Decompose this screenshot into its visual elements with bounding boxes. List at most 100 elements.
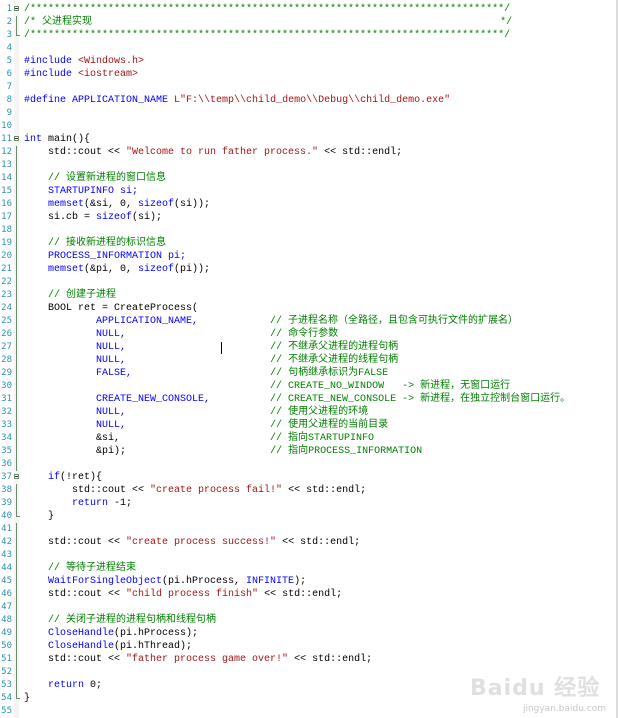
line-number: 29 <box>1 368 12 378</box>
line-number: 54 <box>1 693 12 703</box>
fold-guide <box>14 276 20 289</box>
code-line[interactable]: 34 &si, // 指向STARTUPINFO <box>0 432 618 445</box>
code-text: memset(&si, 0, sizeof(si)); <box>24 198 210 211</box>
code-line[interactable]: 25 APPLICATION_NAME, // 子进程名称（全路径，且包含可执行… <box>0 315 618 328</box>
code-line[interactable]: 11 int main(){ <box>0 133 618 146</box>
code-line[interactable]: 29 FALSE, // 句柄继承标识为FALSE <box>0 367 618 380</box>
code-token: // 指向STARTUPINFO <box>270 433 375 444</box>
code-line[interactable]: 32 NULL, // 使用父进程的环境 <box>0 406 618 419</box>
code-text: // 创建子进程 <box>24 289 116 302</box>
code-token: APPLICATION_NAME, <box>24 316 199 327</box>
code-token: NULL, <box>24 355 127 366</box>
code-line[interactable]: 2 /* 父进程实现 */ <box>0 16 618 29</box>
code-token: (&pi, 0, <box>84 264 139 275</box>
line-number: 17 <box>1 212 12 222</box>
code-line[interactable]: 19 // 接收新进程的标识信息 <box>0 237 618 250</box>
code-token: return <box>24 680 85 691</box>
code-line[interactable]: 43 <box>0 549 618 562</box>
code-line[interactable]: 4 <box>0 42 618 55</box>
line-number: 23 <box>1 290 12 300</box>
code-line[interactable]: 38 std::cout << "create process fail!" <… <box>0 484 618 497</box>
code-token: } <box>24 511 55 522</box>
code-line[interactable]: 49 CloseHandle(pi.hProcess); <box>0 627 618 640</box>
code-line[interactable]: 40 } <box>0 510 618 523</box>
line-number: 30 <box>1 381 12 391</box>
code-line[interactable]: 42 std::cout << "create process success!… <box>0 536 618 549</box>
fold-guide <box>14 250 20 263</box>
line-number: 46 <box>1 589 12 599</box>
code-text: PROCESS_INFORMATION pi; <box>24 250 186 263</box>
code-token: (!ret){ <box>60 472 103 483</box>
code-line[interactable]: 33 NULL, // 使用父进程的当前目录 <box>0 419 618 432</box>
code-line[interactable]: 26 NULL, // 命令行参数 <box>0 328 618 341</box>
code-token: // 命令行参数 <box>270 329 339 340</box>
code-line[interactable]: 6 #include <iostream> <box>0 68 618 81</box>
code-line[interactable]: 3 /**************************************… <box>0 29 618 42</box>
code-line[interactable]: 51 std::cout << "father process game ove… <box>0 653 618 666</box>
code-line[interactable]: 22 <box>0 276 618 289</box>
code-line[interactable]: 44 // 等待子进程结束 <box>0 562 618 575</box>
code-line[interactable]: 20 PROCESS_INFORMATION pi; <box>0 250 618 263</box>
code-token: // 设置新进程的窗口信息 <box>24 173 167 184</box>
code-line[interactable]: 7 <box>0 81 618 94</box>
fold-guide <box>14 367 20 380</box>
code-line[interactable]: 23 // 创建子进程 <box>0 289 618 302</box>
code-line[interactable]: 41 <box>0 523 618 536</box>
line-number: 52 <box>1 667 12 677</box>
code-editor[interactable]: 1 /**************************************… <box>0 0 618 718</box>
fold-toggle-icon[interactable] <box>14 471 20 484</box>
code-line[interactable]: 45 WaitForSingleObject(pi.hProcess, INFI… <box>0 575 618 588</box>
code-text: CloseHandle(pi.hProcess); <box>24 627 198 640</box>
code-line[interactable]: 35 &pi); // 指向PROCESS_INFORMATION <box>0 445 618 458</box>
code-line[interactable]: 5 #include <Windows.h> <box>0 55 618 68</box>
code-line[interactable]: 9 <box>0 107 618 120</box>
fold-guide <box>14 328 20 341</box>
code-line[interactable]: 21 memset(&pi, 0, sizeof(pi)); <box>0 263 618 276</box>
fold-guide <box>14 640 20 653</box>
code-token: CloseHandle <box>24 628 115 639</box>
code-token: si.cb = <box>24 212 97 223</box>
line-number: 49 <box>1 628 12 638</box>
code-line[interactable]: 18 <box>0 224 618 237</box>
line-number: 12 <box>1 147 12 157</box>
code-line[interactable]: 12 std::cout << "Welcome to run father p… <box>0 146 618 159</box>
code-text: APPLICATION_NAME, // 子进程名称（全路径，且包含可执行文件的… <box>24 315 518 328</box>
code-text: #define APPLICATION_NAME L"F:\\temp\\chi… <box>24 94 450 107</box>
line-number: 38 <box>1 485 12 495</box>
fold-toggle-icon[interactable] <box>14 133 20 146</box>
code-line[interactable]: 16 memset(&si, 0, sizeof(si)); <box>0 198 618 211</box>
code-line[interactable]: 36 <box>0 458 618 471</box>
code-line[interactable]: 17 si.cb = sizeof(si); <box>0 211 618 224</box>
code-line[interactable]: 14 // 设置新进程的窗口信息 <box>0 172 618 185</box>
code-line[interactable]: 39 return -1; <box>0 497 618 510</box>
code-token: STARTUPINFO si; <box>24 186 139 197</box>
code-text: NULL, // 不继承父进程的线程句柄 <box>24 354 398 367</box>
code-line[interactable]: 24 BOOL ret = CreateProcess( <box>0 302 618 315</box>
code-line[interactable]: 48 // 关闭子进程的进程句柄和线程句柄 <box>0 614 618 627</box>
code-token: (pi)); <box>174 264 211 275</box>
code-token: WaitForSingleObject <box>24 576 163 587</box>
code-line[interactable]: 46 std::cout << "child process finish" <… <box>0 588 618 601</box>
line-number: 31 <box>1 394 12 404</box>
code-line[interactable]: 13 <box>0 159 618 172</box>
code-line[interactable]: 8 #define APPLICATION_NAME L"F:\\temp\\ch… <box>0 94 618 107</box>
code-line[interactable]: 1 /**************************************… <box>0 3 618 16</box>
code-line[interactable]: 37 if(!ret){ <box>0 471 618 484</box>
code-line[interactable]: 10 <box>0 120 618 133</box>
code-token: sizeof <box>96 212 133 223</box>
line-number: 11 <box>1 134 12 144</box>
code-line[interactable]: 47 <box>0 601 618 614</box>
code-line[interactable]: 31 CREATE_NEW_CONSOLE, // CREATE_NEW_CON… <box>0 393 618 406</box>
code-line[interactable]: 27 NULL, // 不继承父进程的进程句柄 <box>0 341 618 354</box>
code-token: memset <box>24 264 85 275</box>
fold-toggle-icon[interactable] <box>14 3 20 16</box>
fold-guide <box>14 81 20 94</box>
code-text: std::cout << "father process game over!"… <box>24 653 372 666</box>
code-text: std::cout << "Welcome to run father proc… <box>24 146 402 159</box>
code-line[interactable]: 50 CloseHandle(pi.hThread); <box>0 640 618 653</box>
code-line[interactable]: 30 // CREATE_NO_WINDOW -> 新进程，无窗口运行 <box>0 380 618 393</box>
code-line[interactable]: 15 STARTUPINFO si; <box>0 185 618 198</box>
code-line[interactable]: 28 NULL, // 不继承父进程的线程句柄 <box>0 354 618 367</box>
